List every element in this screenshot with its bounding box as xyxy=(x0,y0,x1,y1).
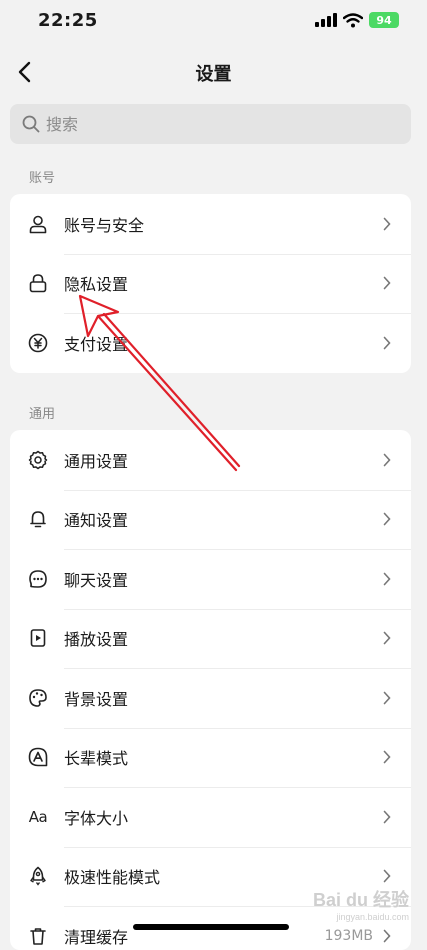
watermark: Bai du 经验 jingyan.baidu.com xyxy=(313,886,409,922)
rocket-icon xyxy=(27,865,49,887)
settings-row-playback[interactable]: 播放设置 xyxy=(10,608,411,669)
settings-row-elder-mode[interactable]: 长辈模式 xyxy=(10,727,411,788)
chevron-right-icon xyxy=(383,336,391,350)
home-indicator[interactable] xyxy=(133,924,289,930)
font-size-icon-text: Aa xyxy=(28,807,48,826)
settings-row-general[interactable]: 通用设置 xyxy=(10,430,411,490)
chevron-right-icon xyxy=(383,276,391,290)
settings-row-chat[interactable]: 聊天设置 xyxy=(10,549,411,609)
lock-icon xyxy=(27,272,49,294)
row-label: 字体大小 xyxy=(64,808,129,828)
row-label: 极速性能模式 xyxy=(64,868,161,888)
nav-bar: 设置 xyxy=(0,50,427,94)
row-label: 背景设置 xyxy=(64,689,129,709)
battery-icon: 94 xyxy=(369,12,399,28)
row-label: 支付设置 xyxy=(64,334,129,354)
row-label: 隐私设置 xyxy=(64,275,129,295)
row-label: 账号与安全 xyxy=(64,215,145,235)
settings-row-font-size[interactable]: Aa 字体大小 xyxy=(10,787,411,847)
chevron-right-icon xyxy=(383,750,391,764)
general-settings-card: 通用设置 通知设置 聊天设置 播放设置 背景设置 长辈模式 Aa 字体大小 极速… xyxy=(10,430,411,950)
elder-mode-icon xyxy=(27,746,49,768)
watermark-logo: Bai du 经验 xyxy=(312,890,409,910)
gear-icon xyxy=(27,449,49,471)
yen-icon xyxy=(27,332,49,354)
settings-row-notification[interactable]: 通知设置 xyxy=(10,489,411,550)
palette-icon xyxy=(27,687,49,709)
user-icon xyxy=(27,213,49,235)
row-label: 长辈模式 xyxy=(64,749,129,769)
section-label-account: 账号 xyxy=(29,171,56,186)
chat-icon xyxy=(27,568,49,590)
chevron-right-icon xyxy=(383,810,391,824)
row-label: 通用设置 xyxy=(64,451,129,471)
status-time: 22:25 xyxy=(38,10,98,31)
search-bar[interactable] xyxy=(10,104,411,144)
chevron-right-icon xyxy=(383,631,391,645)
bell-icon xyxy=(27,508,49,530)
page-title: 设置 xyxy=(195,64,232,85)
back-button[interactable] xyxy=(6,54,42,90)
chevron-right-icon xyxy=(383,869,391,883)
watermark-url: jingyan.baidu.com xyxy=(336,912,409,922)
settings-row-privacy[interactable]: 隐私设置 xyxy=(10,253,411,314)
play-icon xyxy=(27,627,49,649)
settings-row-payment[interactable]: 支付设置 xyxy=(10,313,411,373)
chevron-right-icon xyxy=(383,453,391,467)
section-label-general: 通用 xyxy=(29,407,56,422)
chevron-right-icon xyxy=(383,512,391,526)
account-settings-card: 账号与安全 隐私设置 支付设置 xyxy=(10,194,411,373)
battery-level: 94 xyxy=(376,13,392,27)
row-label: 通知设置 xyxy=(64,511,129,531)
chevron-right-icon xyxy=(383,691,391,705)
row-label: 播放设置 xyxy=(64,630,129,650)
status-icons: 94 xyxy=(315,12,399,28)
status-bar: 22:25 94 xyxy=(0,0,427,44)
search-icon xyxy=(22,115,40,133)
settings-row-account-security[interactable]: 账号与安全 xyxy=(10,194,411,254)
signal-icon xyxy=(315,13,337,27)
chevron-left-icon xyxy=(18,61,31,83)
chevron-right-icon xyxy=(383,572,391,586)
font-size-icon: Aa xyxy=(27,806,49,828)
wifi-icon xyxy=(343,12,363,27)
settings-row-background[interactable]: 背景设置 xyxy=(10,668,411,728)
search-input[interactable] xyxy=(46,114,386,134)
chevron-right-icon xyxy=(383,217,391,231)
row-label: 聊天设置 xyxy=(64,570,129,590)
